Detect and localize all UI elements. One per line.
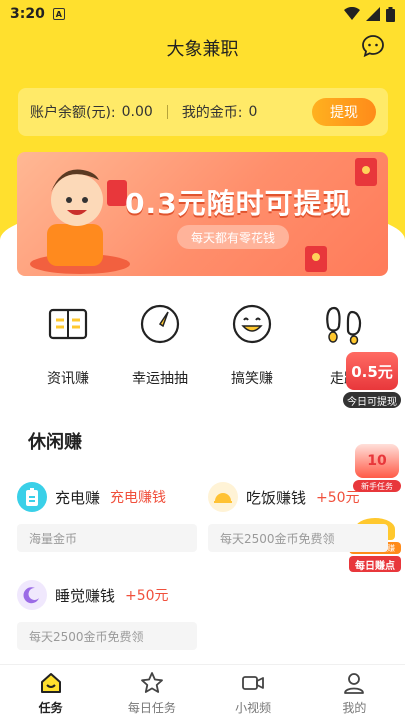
tab-label: 小视频: [235, 701, 272, 715]
withdraw-caption: 今日可提现: [343, 392, 401, 408]
grid-item-label: 资讯赚: [47, 371, 89, 387]
task-name: 充电赚: [55, 488, 101, 507]
meal-task-icon: [208, 482, 238, 512]
task-card-sleep[interactable]: 睡觉赚钱 +50元 每天2500金币免费领: [17, 578, 197, 650]
smile-icon: [232, 304, 272, 344]
status-bar: 3:20 A: [0, 0, 405, 28]
user-icon: [344, 673, 365, 694]
home-icon: [40, 673, 61, 693]
signal-icon: [366, 7, 380, 21]
tab-label: 我的: [342, 701, 367, 715]
book-icon: [48, 308, 88, 340]
withdraw-button[interactable]: 提现: [312, 98, 376, 126]
grid-item-news[interactable]: 资讯赚: [28, 302, 108, 388]
tab-profile[interactable]: 我的: [304, 665, 405, 720]
moon-task-icon: [17, 580, 47, 610]
grid-item-lottery[interactable]: 幸运抽抽: [120, 302, 200, 388]
star-icon: [140, 672, 163, 693]
page-title: 大象兼职: [166, 39, 239, 60]
daily-bottom-caption: 每日赚点: [349, 556, 401, 572]
task-card-eat[interactable]: 吃饭赚钱 +50元 每天2500金币免费领: [208, 480, 388, 552]
newbie-amount: 10: [355, 444, 399, 478]
task-reward: 充电赚钱: [110, 490, 167, 506]
account-balance-value: 0.00: [121, 104, 153, 120]
task-subtitle: 海量金币: [17, 524, 197, 552]
red-envelope-icon: [355, 158, 377, 186]
account-balance-label: 账户余额(元):: [30, 105, 116, 121]
task-card-charge[interactable]: 充电赚 充电赚钱 海量金币: [17, 480, 197, 552]
tab-short-video[interactable]: 小视频: [203, 665, 304, 720]
tab-label: 每日任务: [127, 701, 176, 715]
status-time: 3:20: [10, 6, 45, 22]
tab-daily-tasks[interactable]: 每日任务: [101, 665, 202, 720]
tab-label: 任务: [38, 701, 63, 715]
grid-item-label: 幸运抽抽: [132, 371, 188, 387]
bottom-tab-bar: 任务 每日任务 小视频 我的: [0, 664, 405, 720]
banner-mascot-illustration: [30, 169, 130, 274]
task-name: 睡觉赚钱: [55, 586, 116, 605]
red-envelope-icon: [305, 246, 327, 272]
battery-icon: [386, 6, 395, 22]
task-name: 吃饭赚钱: [246, 488, 307, 507]
task-reward: +50元: [125, 588, 169, 604]
balance-card: 账户余额(元): 0.00 我的金币: 0 提现: [18, 88, 388, 136]
task-subtitle: 每天2500金币免费领: [17, 622, 197, 650]
footprint-icon: [326, 306, 362, 345]
promo-banner[interactable]: 0.3元随时可提现 每天都有零花钱: [17, 152, 388, 276]
withdraw-amount: 0.5元: [346, 352, 398, 390]
coins-label: 我的金币:: [181, 105, 243, 121]
lottery-icon: [140, 304, 180, 344]
banner-subtitle: 每天都有零花钱: [177, 225, 290, 249]
tab-tasks[interactable]: 任务: [0, 665, 101, 720]
section-title: 休闲赚: [28, 432, 82, 453]
balance-divider: [166, 105, 168, 119]
video-icon: [242, 676, 265, 690]
float-withdraw-badge[interactable]: 0.5元 今日可提现: [343, 352, 401, 410]
coins-value: 0: [248, 104, 258, 120]
wifi-icon: [344, 7, 360, 20]
task-subtitle: 每天2500金币免费领: [208, 524, 388, 552]
grid-item-funny[interactable]: 搞笑赚: [212, 302, 292, 388]
banner-headline: 0.3元随时可提现: [125, 187, 352, 220]
grid-item-label: 搞笑赚: [231, 371, 273, 387]
task-reward: +50元: [316, 490, 360, 506]
status-icons: [344, 6, 395, 22]
battery-task-icon: [17, 482, 47, 512]
chat-bubble-icon[interactable]: [361, 34, 385, 58]
notification-badge-icon: A: [52, 8, 65, 20]
